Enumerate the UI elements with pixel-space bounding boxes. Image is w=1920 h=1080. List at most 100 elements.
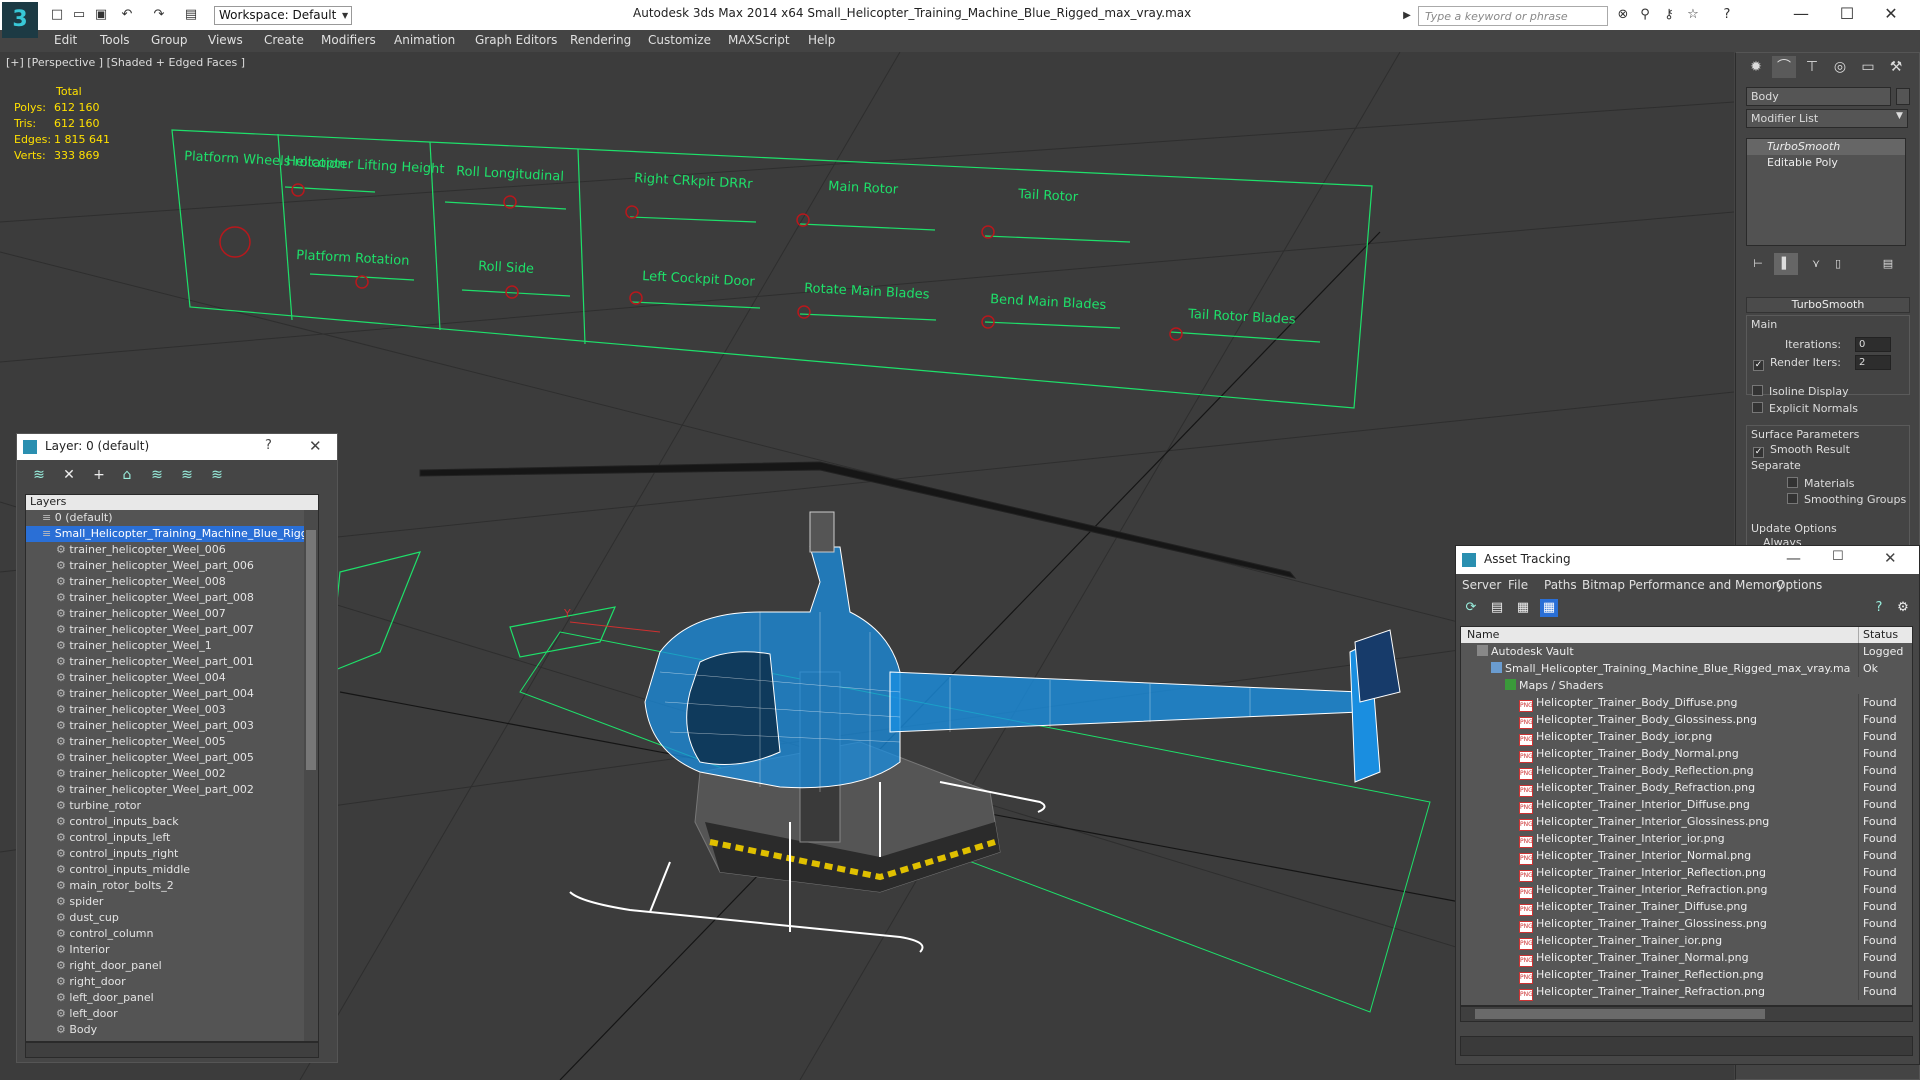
layers-column-header[interactable]: Layers: [26, 495, 318, 510]
freeze-all-layers-icon[interactable]: ≋: [207, 465, 227, 485]
hide-all-layers-icon[interactable]: ≋: [177, 465, 197, 485]
asset-row[interactable]: PNG Helicopter_Trainer_Interior_Refractio…: [1461, 881, 1912, 899]
open-file-icon[interactable]: ▭: [70, 6, 88, 24]
maximize-button[interactable]: ☐: [1832, 4, 1862, 24]
workspace-chevron-down-icon[interactable]: ▼: [342, 6, 354, 25]
layer-row[interactable]: ⚙ trainer_helicopter_Weel_part_005: [26, 750, 318, 766]
select-objects-in-layer-icon[interactable]: ⌂: [117, 465, 137, 485]
at-settings-icon[interactable]: ⚙: [1894, 599, 1912, 617]
layer-row[interactable]: ⚙ control_inputs_left: [26, 830, 318, 846]
highlight-selected-layer-icon[interactable]: ≋: [147, 465, 167, 485]
save-file-icon[interactable]: ▣: [92, 6, 110, 24]
asset-row[interactable]: PNG Helicopter_Trainer_Trainer_Reflection…: [1461, 966, 1912, 984]
search-expand-icon[interactable]: ▶: [1400, 7, 1414, 25]
layer-row[interactable]: ⚙ trainer_helicopter_Weel_part_008: [26, 590, 318, 606]
layer-row[interactable]: ⚙ trainer_helicopter_Weel_008: [26, 574, 318, 590]
modifier-stack-item-turbosmooth[interactable]: TurboSmooth: [1747, 139, 1905, 155]
motion-tab-icon[interactable]: ◎: [1828, 56, 1852, 78]
communication-center-icon[interactable]: ⚲: [1636, 6, 1654, 24]
layer-row[interactable]: ⚙ dust_cup: [26, 910, 318, 926]
list-view-icon[interactable]: ▤: [1488, 599, 1506, 617]
asset-row[interactable]: PNG Helicopter_Trainer_Body_Refraction.pn…: [1461, 779, 1912, 797]
layer-row[interactable]: ⚙ right_door_panel: [26, 958, 318, 974]
asset-row[interactable]: PNG Helicopter_Trainer_Interior_ior.png Fo…: [1461, 830, 1912, 848]
favorites-star-icon[interactable]: ☆: [1684, 6, 1702, 24]
layer-row[interactable]: ⚙ control_inputs_back: [26, 814, 318, 830]
at-help-icon[interactable]: ?: [1870, 599, 1888, 617]
undo-icon[interactable]: ↶: [118, 6, 136, 24]
layer-row-root-object[interactable]: ≡ Small_Helicopter_Training_Machine_Blue…: [26, 526, 318, 542]
object-name-field[interactable]: Body: [1746, 87, 1891, 106]
menu-animation[interactable]: Animation: [394, 33, 455, 47]
asset-tracking-maximize-button[interactable]: ☐: [1832, 549, 1844, 564]
layer-row[interactable]: ⚙ Interior: [26, 942, 318, 958]
menu-views[interactable]: Views: [208, 33, 243, 47]
status-column-header[interactable]: Status: [1858, 627, 1912, 643]
asset-row[interactable]: Maps / Shaders: [1461, 677, 1912, 694]
display-tab-icon[interactable]: ▭: [1856, 56, 1880, 78]
layer-panel-title-bar[interactable]: Layer: 0 (default) ? ✕: [17, 434, 337, 460]
asset-tracking-minimize-button[interactable]: —: [1786, 549, 1801, 567]
layer-row[interactable]: ⚙ trainer_helicopter_Weel_005: [26, 734, 318, 750]
at-menu-server[interactable]: Server: [1462, 578, 1501, 592]
layer-row-default[interactable]: ≡ 0 (default): [26, 510, 318, 526]
menu-create[interactable]: Create: [264, 33, 304, 47]
layer-row[interactable]: ⚙ left_door_panel: [26, 990, 318, 1006]
layer-row[interactable]: ⚙ trainer_helicopter_Weel_part_006: [26, 558, 318, 574]
menu-group[interactable]: Group: [151, 33, 188, 47]
asset-row[interactable]: Autodesk Vault Logged: [1461, 643, 1912, 660]
delete-layer-icon[interactable]: ✕: [59, 465, 79, 485]
menu-tools[interactable]: Tools: [100, 33, 130, 47]
asset-row[interactable]: PNG Helicopter_Trainer_Body_ior.png Found: [1461, 728, 1912, 746]
make-unique-icon[interactable]: ⋎: [1804, 253, 1828, 275]
menu-modifiers[interactable]: Modifiers: [321, 33, 376, 47]
layer-row[interactable]: ⚙ left_door: [26, 1006, 318, 1022]
explicit-normals-checkbox[interactable]: [1752, 402, 1763, 413]
binoculars-icon[interactable]: ⊗: [1614, 6, 1632, 24]
layer-row[interactable]: ⚙ right_door: [26, 974, 318, 990]
close-button[interactable]: ✕: [1876, 4, 1906, 24]
at-menu-paths[interactable]: Paths: [1544, 578, 1577, 592]
layer-row[interactable]: ⚙ control_column: [26, 926, 318, 942]
asset-row[interactable]: PNG Helicopter_Trainer_Trainer_Glossiness…: [1461, 915, 1912, 933]
isoline-display-checkbox[interactable]: [1752, 385, 1763, 396]
asset-row[interactable]: PNG Helicopter_Trainer_Body_Glossiness.pn…: [1461, 711, 1912, 729]
turbosmooth-rollout-header[interactable]: TurboSmooth: [1746, 297, 1910, 313]
asset-row[interactable]: PNG Helicopter_Trainer_Interior_Glossines…: [1461, 813, 1912, 831]
menu-graph-editors[interactable]: Graph Editors: [475, 33, 557, 47]
asset-path-field[interactable]: [1460, 1036, 1913, 1056]
minimize-button[interactable]: —: [1786, 4, 1816, 24]
layer-row[interactable]: ⚙ trainer_helicopter_Weel_part_001: [26, 654, 318, 670]
pin-stack-icon[interactable]: ⊢: [1746, 253, 1770, 275]
layer-panel-close-button[interactable]: ✕: [309, 437, 322, 455]
asset-row[interactable]: PNG Helicopter_Trainer_Trainer_Diffuse.pn…: [1461, 898, 1912, 916]
at-menu-file[interactable]: File: [1508, 578, 1528, 592]
asset-row[interactable]: Small_Helicopter_Training_Machine_Blue_R…: [1461, 660, 1912, 677]
at-menu-bitmap-performance[interactable]: Bitmap Performance and Memory: [1582, 578, 1784, 592]
layer-row[interactable]: ⚙ trainer_helicopter_Weel_006: [26, 542, 318, 558]
exchange-icon[interactable]: ⚷: [1660, 6, 1678, 24]
layer-row[interactable]: ⚙ control_inputs_right: [26, 846, 318, 862]
help-icon[interactable]: ?: [1718, 6, 1736, 24]
asset-row[interactable]: PNG Helicopter_Trainer_Body_Reflection.pn…: [1461, 762, 1912, 780]
modifier-list-dropdown[interactable]: Modifier List: [1746, 109, 1908, 128]
object-color-swatch[interactable]: [1896, 88, 1910, 105]
layer-row[interactable]: ⚙ spider: [26, 894, 318, 910]
search-input[interactable]: Type a keyword or phrase: [1418, 6, 1608, 26]
layer-panel-help-icon[interactable]: ?: [265, 438, 272, 453]
new-file-icon[interactable]: □: [48, 6, 66, 24]
asset-row[interactable]: PNG Helicopter_Trainer_Body_Diffuse.png Fo…: [1461, 694, 1912, 712]
create-layer-icon[interactable]: ≋: [29, 465, 49, 485]
layer-list-horizontal-scrollbar[interactable]: [25, 1042, 319, 1058]
at-menu-options[interactable]: Options: [1776, 578, 1822, 592]
menu-customize[interactable]: Customize: [648, 33, 711, 47]
smooth-result-checkbox[interactable]: ✓: [1753, 447, 1764, 458]
menu-maxscript[interactable]: MAXScript: [728, 33, 790, 47]
menu-rendering[interactable]: Rendering: [570, 33, 631, 47]
asset-row[interactable]: PNG Helicopter_Trainer_Trainer_Normal.png…: [1461, 949, 1912, 967]
iterations-spinner[interactable]: 0: [1855, 337, 1891, 352]
asset-row[interactable]: PNG Helicopter_Trainer_Body_Normal.png Fou…: [1461, 745, 1912, 763]
layer-row[interactable]: ⚙ trainer_helicopter_Weel_part_004: [26, 686, 318, 702]
layer-row[interactable]: ⚙ trainer_helicopter_Weel_part_007: [26, 622, 318, 638]
modify-tab-icon[interactable]: ⌒: [1772, 56, 1796, 78]
